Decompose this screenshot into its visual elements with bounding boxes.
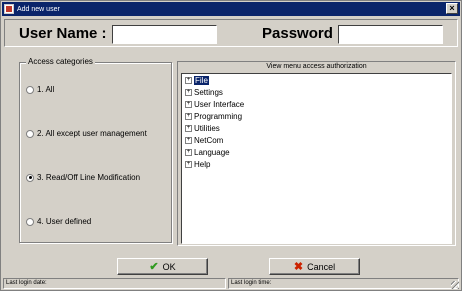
last-login-time: Last login time: — [228, 278, 459, 289]
radio-button[interactable] — [26, 85, 34, 94]
expand-icon[interactable]: + — [185, 160, 192, 168]
radio-button[interactable] — [26, 173, 34, 182]
password-label: Password : — [262, 25, 343, 42]
ok-button-label: OK — [162, 261, 176, 272]
access-option-label: 1. All — [37, 85, 55, 94]
tree-item-label: Utilities — [194, 123, 220, 133]
login-row: User Name : Password : — [4, 19, 458, 47]
expand-icon[interactable]: + — [185, 88, 192, 96]
username-label: User Name : — [19, 25, 107, 42]
close-icon[interactable]: × — [446, 3, 458, 14]
access-option-read-offline-mod[interactable]: 3. Read/Off Line Modification — [26, 173, 140, 182]
expand-icon[interactable]: + — [185, 148, 192, 156]
add-user-window: Add new user × User Name : Password : Ac… — [0, 0, 462, 291]
tree-item-label: User Interface — [194, 99, 245, 109]
access-categories-group: Access categories 1. All 2. All except u… — [19, 57, 172, 243]
access-option-label: 2. All except user management — [37, 129, 147, 138]
expand-icon[interactable]: + — [185, 136, 192, 144]
tree-item-label: Language — [194, 147, 230, 157]
expand-icon[interactable]: + — [185, 100, 192, 108]
tree-item-utilities[interactable]: + Utilities — [185, 123, 220, 133]
access-option-all[interactable]: 1. All — [26, 85, 54, 94]
title-bar: Add new user × — [2, 2, 460, 16]
menu-access-tree[interactable]: + File + Settings + User Interface + Pro… — [181, 73, 452, 244]
expand-icon[interactable]: + — [185, 112, 192, 120]
password-field[interactable] — [338, 25, 443, 44]
x-icon: ✖ — [293, 261, 304, 273]
username-field[interactable] — [112, 25, 217, 44]
last-login-date: Last login date: — [3, 278, 226, 289]
access-option-label: 4. User defined — [37, 217, 92, 226]
menu-access-header: View menu access authorization — [266, 63, 367, 70]
tree-item-label: NetCom — [194, 135, 224, 145]
tree-item-file[interactable]: + File — [185, 75, 209, 85]
tree-item-netcom[interactable]: + NetCom — [185, 135, 223, 145]
radio-button[interactable] — [26, 217, 34, 226]
tree-item-help[interactable]: + Help — [185, 159, 210, 169]
window-title: Add new user — [17, 5, 60, 13]
access-option-user-defined[interactable]: 4. User defined — [26, 217, 91, 226]
cancel-button[interactable]: ✖ Cancel — [269, 258, 360, 275]
tree-item-programming[interactable]: + Programming — [185, 111, 242, 121]
tree-item-label: Programming — [194, 111, 243, 121]
tree-item-language[interactable]: + Language — [185, 147, 230, 157]
tree-item-label: File — [194, 75, 209, 85]
expand-icon[interactable]: + — [185, 124, 192, 132]
cancel-button-label: Cancel — [307, 261, 336, 272]
access-option-label: 3. Read/Off Line Modification — [37, 173, 141, 182]
ok-button[interactable]: ✔ OK — [117, 258, 208, 275]
resize-grip-icon[interactable] — [451, 281, 459, 289]
tree-item-label: Settings — [194, 87, 223, 97]
expand-icon[interactable]: + — [185, 76, 192, 84]
user-app-icon — [4, 4, 14, 14]
radio-button[interactable] — [26, 129, 34, 138]
status-bar: Last login date: Last login time: — [3, 278, 459, 289]
checkmark-icon: ✔ — [149, 261, 159, 273]
menu-access-panel: View menu access authorization + File + … — [177, 61, 456, 246]
tree-item-settings[interactable]: + Settings — [185, 87, 223, 97]
access-option-all-except-user-mgmt[interactable]: 2. All except user management — [26, 129, 147, 138]
tree-item-user-interface[interactable]: + User Interface — [185, 99, 244, 109]
access-categories-legend: Access categories — [26, 57, 95, 66]
tree-item-label: Help — [194, 159, 211, 169]
